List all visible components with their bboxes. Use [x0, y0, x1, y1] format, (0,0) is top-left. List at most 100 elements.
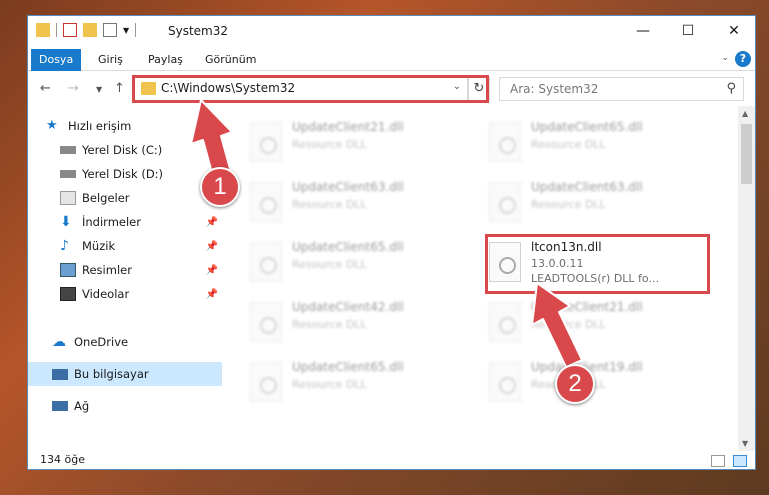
- sidebar-item-label: Yerel Disk (D:): [82, 167, 164, 181]
- file-tile[interactable]: UpdateClient21.dll Resource DLL: [485, 298, 715, 348]
- sidebar-item-network[interactable]: Ağ: [28, 394, 222, 418]
- search-box[interactable]: Ara: System32 ⚲: [499, 77, 744, 101]
- search-icon[interactable]: ⚲: [726, 81, 736, 96]
- file-description: Resource DLL: [292, 378, 367, 391]
- scroll-up-icon[interactable]: ▲: [742, 109, 748, 118]
- address-highlight-box: [132, 75, 489, 103]
- explorer-window: ▼ System32 — ☐ ✕ Dosya Giriş Paylaş Görü…: [27, 15, 756, 470]
- file-name: UpdateClient65.dll: [531, 120, 643, 134]
- sidebar-item-label: Belgeler: [82, 191, 130, 205]
- file-list: UpdateClient21.dll Resource DLL UpdateCl…: [224, 106, 738, 451]
- file-description: Resource DLL: [531, 138, 606, 151]
- separator: [56, 23, 57, 37]
- sidebar-item-label: Müzik: [82, 239, 116, 253]
- sidebar-item-label: Ağ: [74, 399, 90, 413]
- file-tile[interactable]: UpdateClient65.dll Resource DLL: [246, 358, 476, 408]
- file-name: UpdateClient63.dll: [292, 180, 404, 194]
- sidebar-item-label: OneDrive: [74, 335, 129, 349]
- minimize-button[interactable]: —: [620, 16, 666, 46]
- sidebar-item-label: İndirmeler: [82, 215, 141, 229]
- pin-icon[interactable]: 📌: [206, 217, 218, 228]
- tab-home[interactable]: Giriş: [90, 49, 131, 71]
- music-icon: ♪: [60, 238, 69, 254]
- chevron-down-icon[interactable]: ⌄: [721, 53, 729, 63]
- details-view-icon[interactable]: [711, 455, 725, 467]
- file-tile[interactable]: UpdateClient63.dll Resource DLL: [485, 178, 715, 228]
- file-description: Resource DLL: [531, 198, 606, 211]
- annotation-badge-2: 2: [555, 364, 595, 404]
- status-bar: 134 öğe: [28, 451, 755, 469]
- tiles-view-icon[interactable]: [733, 455, 747, 467]
- sidebar-item-quick-access[interactable]: ★ Hızlı erişim: [28, 114, 222, 138]
- folder-icon[interactable]: [36, 23, 50, 37]
- pin-icon[interactable]: 📌: [206, 241, 218, 252]
- dll-file-icon: [250, 182, 282, 222]
- file-tile[interactable]: UpdateClient65.dll Resource DLL: [246, 238, 476, 288]
- dll-file-icon: [489, 182, 521, 222]
- navigation-pane: ★ Hızlı erişim Yerel Disk (C:) Yerel Dis…: [28, 106, 222, 451]
- file-description: Resource DLL: [292, 258, 367, 271]
- customize-icon[interactable]: [103, 23, 117, 37]
- tab-share[interactable]: Paylaş: [140, 49, 191, 71]
- item-count: 134 öğe: [40, 453, 85, 466]
- chevron-down-icon[interactable]: ▼: [123, 26, 129, 35]
- pin-icon[interactable]: 📌: [206, 289, 218, 300]
- tab-view[interactable]: Görünüm: [197, 49, 264, 71]
- file-tile[interactable]: UpdateClient21.dll Resource DLL: [246, 118, 476, 168]
- search-placeholder: Ara: System32: [510, 82, 599, 96]
- sidebar-item-label: Hızlı erişim: [68, 119, 132, 133]
- file-highlight-box: [485, 234, 710, 294]
- scrollbar-thumb[interactable]: [741, 124, 752, 184]
- sidebar-item-drive-c[interactable]: Yerel Disk (C:): [28, 138, 222, 162]
- properties-icon[interactable]: [63, 23, 77, 37]
- file-tile[interactable]: UpdateClient19.dll Resource DLL: [485, 358, 715, 408]
- help-icon[interactable]: ?: [735, 51, 751, 67]
- new-folder-icon[interactable]: [83, 23, 97, 37]
- file-description: Resource DLL: [531, 318, 606, 331]
- close-button[interactable]: ✕: [711, 16, 755, 46]
- pin-icon[interactable]: 📌: [206, 265, 218, 276]
- file-name: UpdateClient65.dll: [292, 360, 404, 374]
- annotation-badge-1: 1: [200, 167, 240, 207]
- tab-file[interactable]: Dosya: [31, 49, 82, 71]
- sidebar-item-label: Bu bilgisayar: [74, 367, 149, 381]
- forward-button[interactable]: →: [68, 81, 79, 96]
- sidebar-item-drive-d[interactable]: Yerel Disk (D:): [28, 162, 222, 186]
- star-icon: ★: [46, 118, 58, 133]
- navigation-bar: ← → ▼ ↑ C:\Windows\System32 ⌄ ↻ Ara: Sys…: [28, 72, 755, 105]
- sidebar-item-videos[interactable]: Videolar 📌: [28, 282, 222, 306]
- quick-access-toolbar: ▼: [36, 23, 137, 37]
- dll-file-icon: [489, 122, 521, 162]
- sidebar-item-documents[interactable]: Belgeler 📌: [28, 186, 222, 210]
- recent-locations-button[interactable]: ▼: [96, 85, 102, 94]
- file-tile[interactable]: UpdateClient42.dll Resource DLL: [246, 298, 476, 348]
- sidebar-item-label: Resimler: [82, 263, 132, 277]
- download-icon: ⬇: [60, 214, 72, 230]
- back-button[interactable]: ←: [40, 81, 51, 96]
- sidebar-item-pictures[interactable]: Resimler 📌: [28, 258, 222, 282]
- up-button[interactable]: ↑: [114, 81, 125, 96]
- scroll-down-icon[interactable]: ▼: [742, 439, 748, 448]
- sidebar-item-onedrive[interactable]: ☁ OneDrive: [28, 330, 222, 354]
- title-bar: ▼ System32 — ☐ ✕: [28, 16, 755, 46]
- documents-icon: [60, 191, 76, 205]
- file-description: Resource DLL: [292, 318, 367, 331]
- sidebar-item-label: Videolar: [82, 287, 130, 301]
- vertical-scrollbar[interactable]: ▲ ▼: [738, 106, 755, 451]
- file-description: Resource DLL: [292, 198, 367, 211]
- dll-file-icon: [250, 362, 282, 402]
- file-name: UpdateClient42.dll: [292, 300, 404, 314]
- sidebar-item-downloads[interactable]: ⬇ İndirmeler 📌: [28, 210, 222, 234]
- sidebar-item-music[interactable]: ♪ Müzik 📌: [28, 234, 222, 258]
- dll-file-icon: [250, 242, 282, 282]
- dll-file-icon: [250, 302, 282, 342]
- cloud-icon: ☁: [52, 334, 66, 350]
- sidebar-item-this-pc[interactable]: Bu bilgisayar: [28, 362, 222, 386]
- maximize-button[interactable]: ☐: [665, 16, 711, 46]
- computer-icon: [52, 368, 68, 380]
- file-tile[interactable]: UpdateClient65.dll Resource DLL: [485, 118, 715, 168]
- video-icon: [60, 287, 76, 301]
- file-description: Resource DLL: [292, 138, 367, 151]
- file-tile[interactable]: UpdateClient63.dll Resource DLL: [246, 178, 476, 228]
- window-title: System32: [168, 24, 229, 38]
